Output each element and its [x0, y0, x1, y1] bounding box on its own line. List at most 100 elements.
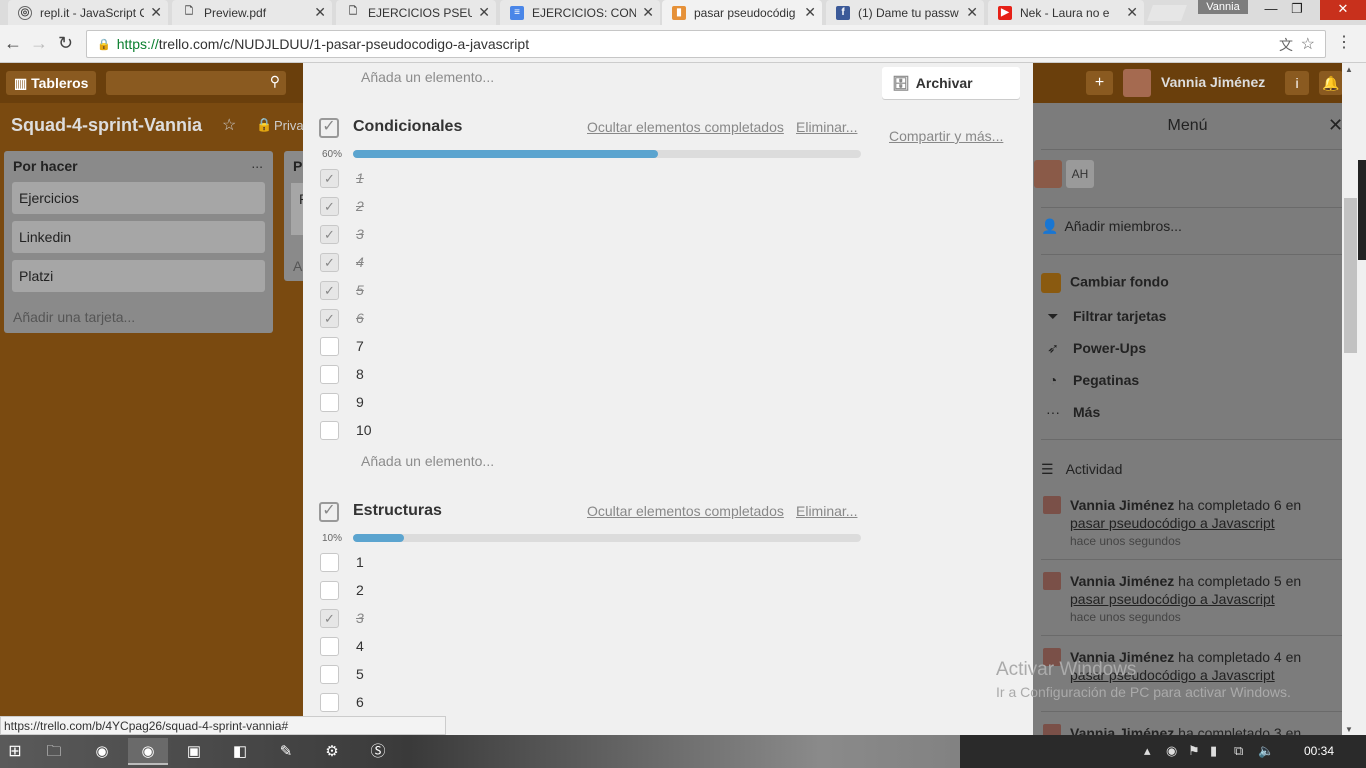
close-tab-icon[interactable]: ✕ [966, 4, 978, 21]
checklist-item[interactable]: 9 [320, 393, 860, 413]
checkbox[interactable] [320, 665, 339, 684]
item-text[interactable]: 5 [356, 282, 364, 298]
checklist-item[interactable]: ✓ 3 [320, 225, 860, 245]
windows-start-icon[interactable]: ⊞ [0, 735, 30, 768]
checklist-item[interactable]: ✓ 6 [320, 309, 860, 329]
add-card-link[interactable]: Añadir una tarjeta... [13, 309, 135, 325]
checkbox[interactable] [320, 393, 339, 412]
clock[interactable]: 00:34 [1304, 744, 1334, 758]
close-tab-icon[interactable]: ✕ [804, 4, 816, 21]
close-tab-icon[interactable]: ✕ [1126, 4, 1138, 21]
chrome-active-icon[interactable]: ◉ [128, 738, 168, 765]
close-tab-icon[interactable]: ✕ [150, 4, 162, 21]
profile-badge[interactable]: Vannia [1198, 0, 1248, 14]
star-icon[interactable]: ☆ [222, 115, 236, 135]
checkbox[interactable]: ✓ [320, 225, 339, 244]
checklist-item[interactable]: 5 [320, 665, 860, 685]
browser-tab[interactable]: 🗋EJERCICIOS PSEUDO✕ [336, 0, 496, 25]
item-text[interactable]: 3 [356, 610, 364, 626]
avatar[interactable] [1043, 572, 1061, 590]
member-avatar[interactable] [1034, 160, 1062, 188]
user-name[interactable]: Vannia Jiménez [1161, 74, 1265, 90]
checklist-item[interactable]: 6 [320, 693, 860, 713]
scroll-up-icon[interactable]: ▲ [1345, 65, 1353, 74]
chevron-up-icon[interactable]: ▴ [1144, 743, 1151, 759]
browser-tab[interactable]: ≡ EJERCICIOS: COND ✕ [500, 0, 660, 25]
close-icon[interactable]: ✕ [1328, 115, 1343, 136]
file-explorer-icon[interactable]: 🗀 [34, 738, 74, 765]
checklist-item[interactable]: 10 [320, 421, 860, 441]
checkbox[interactable] [320, 553, 339, 572]
activity-card-link[interactable]: pasar pseudocódigo a Javascript [1070, 515, 1275, 531]
checkbox[interactable] [320, 421, 339, 440]
item-text[interactable]: 4 [356, 638, 364, 654]
app-icon[interactable]: ◧ [220, 738, 260, 765]
item-text[interactable]: 6 [356, 310, 364, 326]
share-more-link[interactable]: Compartir y más... [889, 128, 1003, 144]
activity-card-link[interactable]: pasar pseudocódigo a Javascript [1070, 591, 1275, 607]
browser-tab[interactable]: 🗋 Preview.pdf ✕ [172, 0, 332, 25]
volume-icon[interactable]: 🔈 [1258, 743, 1274, 759]
checkbox[interactable]: ✓ [320, 169, 339, 188]
scroll-down-icon[interactable]: ▼ [1345, 725, 1353, 734]
add-members-button[interactable]: 👤 Añadir miembros... [1041, 218, 1188, 235]
list-menu-icon[interactable]: ... [251, 155, 263, 171]
close-tab-icon[interactable]: ✕ [478, 4, 490, 21]
board-search-input[interactable]: ⚲ [106, 71, 286, 95]
checklist-item[interactable]: 4 [320, 637, 860, 657]
checklist-item[interactable]: ✓ 5 [320, 281, 860, 301]
checkbox[interactable]: ✓ [320, 309, 339, 328]
checkbox[interactable] [320, 637, 339, 656]
paint-icon[interactable]: ✎ [266, 738, 306, 765]
browser-tab-active[interactable]: ▮ pasar pseudocódig ✕ [662, 0, 822, 25]
browser-tab[interactable]: f (1) Dame tu passw ✕ [826, 0, 984, 25]
avatar[interactable] [1123, 69, 1151, 97]
skype-icon[interactable]: Ⓢ [358, 738, 398, 765]
scrollbar-thumb[interactable] [1344, 198, 1357, 353]
new-tab-button[interactable] [1147, 5, 1187, 21]
avatar[interactable] [1043, 496, 1061, 514]
window-close-icon[interactable]: ✕ [1320, 0, 1366, 20]
menu-item-stickers[interactable]: ◔ Pegatinas [1041, 372, 1139, 388]
checklist-item[interactable]: ✓ 3 [320, 609, 860, 629]
url-input[interactable]: 🔒 https://trello.com/c/NUDJLDUU/1-pasar-… [86, 30, 1326, 58]
restore-icon[interactable]: ❐ [1280, 0, 1314, 20]
bookmark-star-icon[interactable]: ☆ [1301, 34, 1315, 54]
item-text[interactable]: 8 [356, 366, 364, 382]
checkbox[interactable] [320, 693, 339, 712]
checklist-item[interactable]: 2 [320, 581, 860, 601]
item-text[interactable]: 3 [356, 226, 364, 242]
browser-tab[interactable]: ◎ repl.it - JavaScript O ✕ [8, 0, 168, 25]
add-button[interactable]: + [1086, 71, 1113, 95]
activity-user[interactable]: Vannia Jiménez [1070, 497, 1174, 513]
checkbox[interactable] [320, 365, 339, 384]
board-title[interactable]: Squad-4-sprint-Vannia [11, 115, 202, 136]
add-card-link[interactable]: A [293, 258, 302, 274]
chrome-icon[interactable]: ◉ [82, 738, 122, 765]
checklist-title[interactable]: Estructuras [353, 502, 442, 520]
archive-button[interactable]: 🗄 Archivar [882, 67, 1020, 99]
checklist-item[interactable]: ✓ 4 [320, 253, 860, 273]
checklist-title[interactable]: Condicionales [353, 118, 462, 136]
forward-arrow-icon[interactable]: → [30, 33, 48, 53]
menu-item-change-background[interactable]: Cambiar fondo [1041, 273, 1169, 293]
item-text[interactable]: 1 [356, 554, 364, 570]
checkbox[interactable]: ✓ [320, 609, 339, 628]
reload-icon[interactable]: ↻ [58, 33, 73, 53]
checklist-item[interactable]: 1 [320, 553, 860, 573]
boards-button[interactable]: ▥ Tableros [6, 71, 97, 95]
checklist-item[interactable]: 7 [320, 337, 860, 357]
browser-menu-icon[interactable]: ⋮ [1336, 33, 1352, 53]
bell-icon[interactable]: 🔔 [1319, 71, 1343, 95]
checkbox[interactable]: ✓ [320, 281, 339, 300]
item-text[interactable]: 2 [356, 198, 364, 214]
delete-checklist-link[interactable]: Eliminar... [796, 503, 857, 519]
card[interactable]: Platzi [12, 260, 265, 292]
hide-completed-link[interactable]: Ocultar elementos completados [587, 503, 784, 519]
flag-icon[interactable]: ⚑ [1188, 743, 1200, 759]
add-checklist-item-link[interactable]: Añada un elemento... [361, 69, 494, 85]
info-icon[interactable]: i [1285, 71, 1309, 95]
item-text[interactable]: 9 [356, 394, 364, 410]
settings-icon[interactable]: ⚙ [312, 738, 352, 765]
network-icon[interactable]: ⧉ [1234, 743, 1243, 759]
